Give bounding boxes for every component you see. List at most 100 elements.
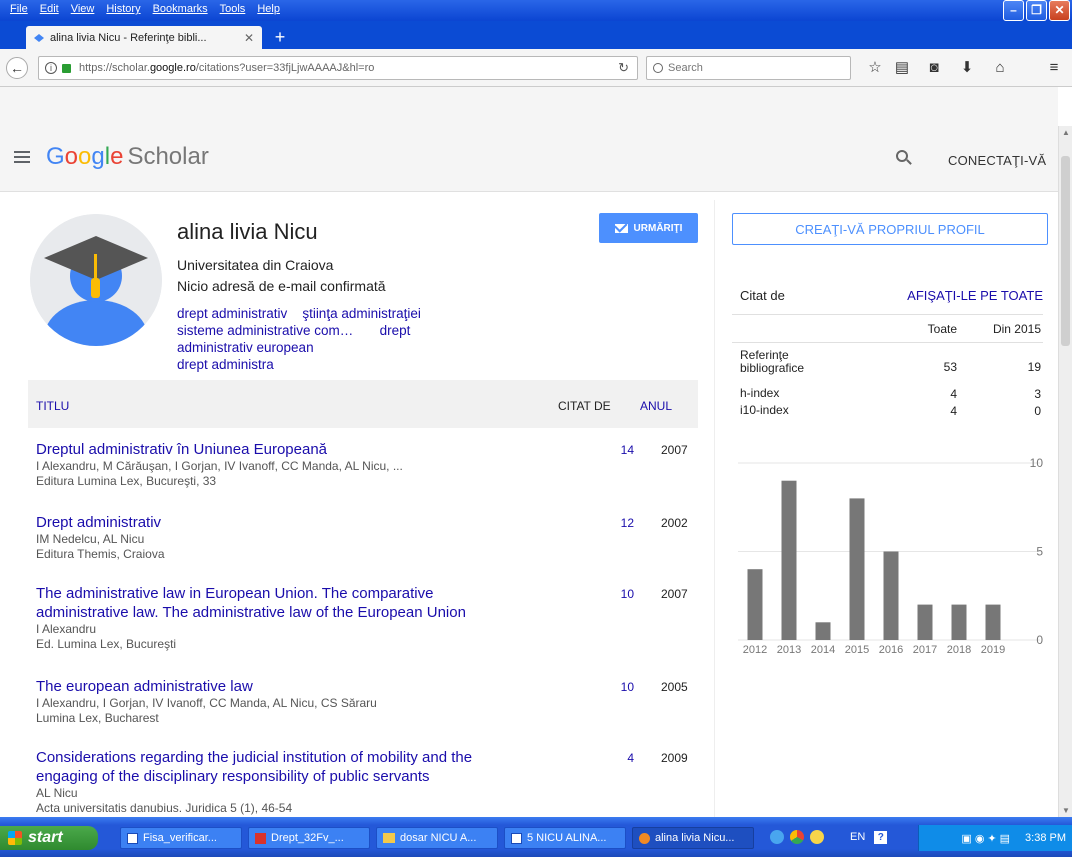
article-title[interactable]: The european administrative law (36, 677, 516, 696)
cited-count[interactable]: 10 (614, 680, 634, 694)
tab-title: alina livia Nicu - Referinţe bibli... (50, 31, 207, 44)
article-title[interactable]: Dreptul administrativ în Uniunea Europea… (36, 440, 516, 459)
sort-by-title[interactable]: TITLU (36, 399, 69, 413)
cited-count[interactable]: 4 (614, 751, 634, 765)
article-authors: IM Nedelcu, AL Nicu (36, 532, 145, 546)
profile-name: alina livia Nicu (177, 219, 318, 244)
research-interests: drept administrativ ştiinţa administraţi… (177, 305, 467, 373)
interest-link[interactable]: drept administrativ (177, 306, 287, 321)
follow-button[interactable]: URMĂRIŢI (599, 213, 698, 243)
minimize-button[interactable]: – (1003, 0, 1024, 21)
lock-icon (62, 63, 71, 73)
table-row: Dreptul administrativ în Uniunea Europea… (36, 440, 696, 489)
sort-by-year[interactable]: ANUL (640, 399, 672, 413)
page-scrollbar[interactable]: ▲ ▼ (1058, 126, 1072, 817)
chart-bar-2014[interactable] (815, 622, 831, 640)
menu-edit[interactable]: Edit (34, 3, 65, 15)
taskbar-item[interactable]: 5 NICU ALINA... (504, 827, 626, 849)
ie-icon[interactable] (770, 830, 784, 844)
column-divider (714, 200, 715, 818)
new-tab-button[interactable]: + (270, 27, 290, 47)
interest-link[interactable]: ştiinţa administraţiei (302, 306, 421, 321)
article-year: 2009 (661, 751, 688, 765)
info-icon[interactable]: i (45, 62, 57, 74)
close-window-button[interactable]: ✕ (1049, 0, 1070, 21)
browser-tab[interactable]: alina livia Nicu - Referinţe bibli... ✕ (26, 26, 262, 49)
chart-bar-2016[interactable] (883, 551, 899, 641)
chart-y-tick-label: 0 (1036, 633, 1043, 647)
table-row: The european administrative law I Alexan… (36, 677, 696, 726)
article-title[interactable]: Drept administrativ (36, 513, 516, 532)
scrollbar-thumb[interactable] (1061, 156, 1070, 346)
help-icon[interactable]: ? (874, 831, 888, 844)
menu-view[interactable]: View (65, 3, 101, 15)
menu-bookmarks[interactable]: Bookmarks (147, 3, 214, 15)
article-title[interactable]: The administrative law in European Union… (36, 584, 516, 622)
app-icon[interactable] (810, 830, 824, 844)
cited-by-column[interactable]: CITAT DE (558, 399, 611, 413)
chart-x-tick-label: 2015 (845, 644, 869, 656)
chart-bar-2017[interactable] (917, 604, 933, 640)
tray-icons[interactable]: ▣◉✦▤ (961, 832, 1013, 845)
taskbar-item[interactable]: dosar NICU A... (376, 827, 498, 849)
menu-icon[interactable]: ≡ (1045, 60, 1063, 76)
close-tab-icon[interactable]: ✕ (244, 31, 254, 45)
chrome-icon[interactable] (790, 830, 804, 844)
url-bar[interactable]: i https://scholar.google.ro/citations?us… (38, 56, 638, 80)
interest-link[interactable]: drept administra (177, 357, 274, 372)
create-profile-button[interactable]: CREAŢI-VĂ PROPRIUL PROFIL (732, 213, 1048, 245)
metric-all: 4 (950, 387, 957, 401)
sign-in-link[interactable]: CONECTAŢI-VĂ (948, 153, 1046, 168)
menu-history[interactable]: History (100, 3, 146, 15)
pocket-icon[interactable]: ◙ (925, 60, 943, 76)
metric-label: h-index (740, 386, 780, 400)
menu-bar: File Edit View History Bookmarks Tools H… (0, 0, 1072, 21)
metric-since: 0 (1034, 404, 1041, 418)
home-icon[interactable]: ⌂ (991, 60, 1009, 76)
back-button[interactable]: ← (6, 57, 28, 79)
menu-file[interactable]: File (4, 3, 34, 15)
restore-button[interactable]: ❐ (1026, 0, 1047, 21)
metric-row: i10-index 4 0 (740, 404, 1043, 419)
article-venue: Editura Themis, Craiova (36, 547, 165, 561)
taskbar-item[interactable]: Fisa_verificar... (120, 827, 242, 849)
taskbar-item[interactable]: Drept_32Fv_... (248, 827, 370, 849)
metric-all: 4 (950, 404, 957, 418)
menu-tools[interactable]: Tools (214, 3, 252, 15)
metric-all: 53 (943, 360, 957, 374)
citations-bar-chart: 10 5 0 2012 2013 2014 2015 2016 2017 2018 2019 (738, 456, 1044, 656)
scholar-header: Google Scholar CONECTAŢI-VĂ (0, 126, 1058, 192)
clock: 3:38 PM (1025, 832, 1066, 844)
table-row: The administrative law in European Union… (36, 584, 696, 652)
chart-bar-2015[interactable] (849, 498, 865, 640)
cited-count[interactable]: 14 (614, 443, 634, 457)
reading-list-icon[interactable]: ▤ (893, 60, 911, 76)
reload-icon[interactable]: ↻ (618, 60, 629, 76)
quick-launch (770, 830, 824, 844)
chart-bar-2012[interactable] (747, 569, 763, 640)
chart-x-tick-label: 2018 (947, 644, 971, 656)
cited-count[interactable]: 12 (614, 516, 634, 530)
article-title[interactable]: Considerations regarding the judicial in… (36, 748, 516, 786)
word-doc-icon (511, 832, 522, 844)
hamburger-menu-icon[interactable] (14, 151, 30, 163)
google-scholar-logo[interactable]: Google Scholar (46, 143, 209, 171)
chart-bar-2018[interactable] (951, 604, 967, 640)
show-all-link[interactable]: AFIŞAŢI-LE PE TOATE (907, 288, 1043, 303)
chart-y-tick-label: 10 (1030, 456, 1044, 470)
menu-help[interactable]: Help (251, 3, 286, 15)
article-venue: Acta universitatis danubius. Juridica 5 … (36, 801, 293, 815)
start-button[interactable]: start (0, 826, 98, 850)
download-icon[interactable]: ⬇ (958, 60, 976, 76)
cited-count[interactable]: 10 (614, 587, 634, 601)
chart-bar-2019[interactable] (985, 604, 1001, 640)
language-indicator[interactable]: EN ? (850, 831, 888, 844)
metric-row: Referinţe bibliografice 53 19 (740, 349, 1043, 375)
chart-bar-2013[interactable] (781, 480, 797, 640)
taskbar-item-active[interactable]: alina livia Nicu... (632, 827, 754, 849)
search-icon[interactable] (896, 150, 912, 166)
bookmark-star-icon[interactable]: ☆ (866, 60, 884, 76)
browser-search-input[interactable]: Search (646, 56, 851, 80)
affiliation: Universitatea din Craiova (177, 257, 334, 273)
interest-link[interactable]: sisteme administrative com… (177, 323, 353, 338)
